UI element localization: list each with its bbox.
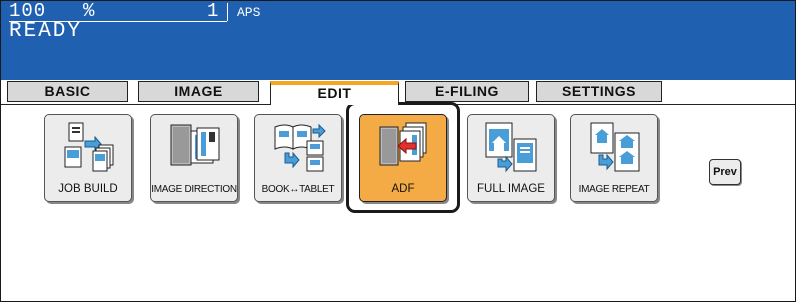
tab-edit[interactable]: EDIT — [270, 81, 399, 105]
image-repeat-button[interactable]: IMAGE REPEAT — [570, 114, 658, 202]
machine-status: READY — [9, 20, 83, 43]
copy-count: 1 — [207, 0, 219, 22]
zoom-unit: % — [83, 0, 95, 22]
full-image-label: FULL IMAGE — [477, 183, 545, 195]
book-tablet-label: BOOK↔TABLET — [261, 184, 335, 195]
full-image-icon — [485, 122, 537, 173]
book-tablet-button[interactable]: BOOK↔TABLET — [254, 114, 342, 202]
full-image-button[interactable]: FULL IMAGE — [467, 114, 555, 202]
adf-label: ADF — [391, 183, 415, 195]
zoom-value: 100 — [9, 0, 47, 22]
tab-settings[interactable]: SETTINGS — [536, 81, 662, 102]
adf-button[interactable]: ADF — [359, 114, 447, 202]
image-direction-label: IMAGE DIRECTION — [151, 184, 237, 195]
book-tablet-icon — [274, 123, 326, 172]
job-build-button[interactable]: JOB BUILD — [44, 114, 132, 202]
image-direction-button[interactable]: IMAGE DIRECTION — [150, 114, 238, 202]
image-repeat-label: IMAGE REPEAT — [578, 184, 650, 195]
copier-screen: 100 % 1 APS READY BASIC IMAGE EDIT E-FIL… — [0, 0, 796, 302]
tab-bar: BASIC IMAGE EDIT E-FILING SETTINGS — [1, 81, 795, 105]
status-header: 100 % 1 APS READY — [1, 1, 795, 80]
paper-mode: APS — [237, 5, 261, 20]
tab-e-filing[interactable]: E-FILING — [405, 81, 529, 102]
tab-image[interactable]: IMAGE — [138, 81, 259, 102]
job-build-icon — [64, 122, 114, 172]
display-separator — [227, 3, 228, 21]
image-repeat-icon — [590, 122, 640, 172]
job-build-label: JOB BUILD — [58, 183, 118, 195]
image-direction-icon — [170, 124, 220, 166]
tab-basic[interactable]: BASIC — [7, 81, 128, 102]
prev-button[interactable]: Prev — [709, 159, 741, 185]
adf-icon — [379, 122, 427, 166]
